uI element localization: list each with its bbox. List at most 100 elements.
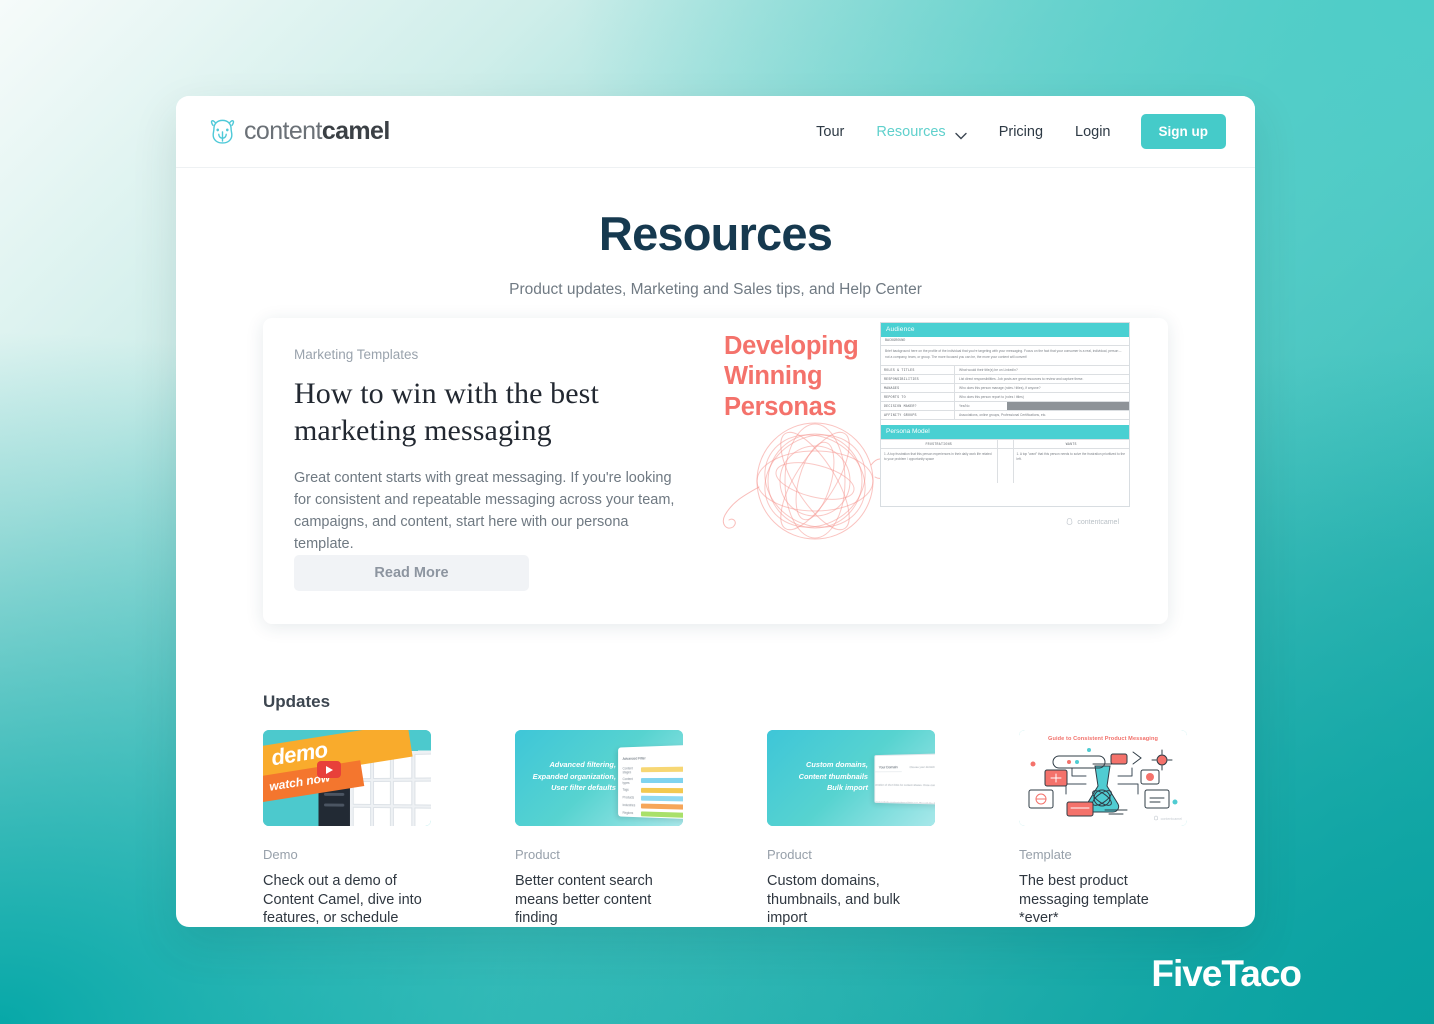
update-category: Template <box>1019 847 1072 863</box>
artwork-headline-line2: Winning <box>724 362 823 391</box>
preview-background-label: BACKGROUND <box>881 337 1129 347</box>
tangled-yarn-ball-icon <box>703 403 888 563</box>
update-card-domains[interactable]: Custom domains, Content thumbnails Bulk … <box>767 730 935 927</box>
preview-table-cell: 1. A top frustration that this person ex… <box>884 451 992 462</box>
nav-item-pricing[interactable]: Pricing <box>983 116 1059 148</box>
updates-section: Updates demo watch now Demo Check out a … <box>176 624 1255 927</box>
filter-row-label: Tags <box>622 788 629 793</box>
chevron-down-icon <box>954 128 967 139</box>
updates-grid: demo watch now Demo Check out a demo of … <box>263 730 1255 927</box>
nav-item-resources[interactable]: Resources <box>860 116 982 148</box>
featured-description: Great content starts with great messagin… <box>294 470 675 553</box>
filter-row: Content types <box>618 775 683 787</box>
preview-row-key: RESPONSIBILITIES <box>881 374 955 383</box>
update-card-demo[interactable]: demo watch now Demo Check out a demo of … <box>263 730 431 927</box>
preview-row-value: List direct responsibilities. Job posts … <box>959 376 1084 381</box>
update-thumbnail-domains[interactable]: Custom domains, Content thumbnails Bulk … <box>767 730 935 827</box>
page-subtitle: Product updates, Marketing and Sales tip… <box>509 281 922 299</box>
filter-panel-title: Advanced Filter <box>622 756 646 762</box>
preview-table-cell-blank <box>998 449 1013 483</box>
filter-row-chip <box>640 778 683 784</box>
update-card-template[interactable]: Guide to Consistent Product Messaging co… <box>1019 730 1187 927</box>
thumb-brand-label: contentcamel <box>1160 816 1182 821</box>
filter-row-chip <box>640 795 683 802</box>
update-title: Check out a demo of Content Camel, dive … <box>263 873 422 927</box>
preview-row: AFFINITY GROUPS Associations, online gro… <box>881 410 1129 420</box>
update-category: Product <box>767 847 812 863</box>
preview-section-audience: Audience <box>881 323 1129 338</box>
update-title: Custom domains, thumbnails, and bulk imp… <box>767 873 900 927</box>
update-category: Demo <box>263 847 298 863</box>
preview-table-col-frustrations: FRUSTRATIONS 1. A top frustration that t… <box>881 439 998 483</box>
camel-head-icon <box>1065 517 1074 528</box>
preview-row-key: REPORTS TO <box>881 392 955 401</box>
update-thumbnail-search[interactable]: Advanced filtering, Expanded organizatio… <box>515 730 683 827</box>
preview-row-key: DECISION MAKER? <box>881 401 955 410</box>
preview-row-key: AFFINITY GROUPS <box>881 410 955 419</box>
signup-button[interactable]: Sign up <box>1140 114 1226 149</box>
filter-row-label: Regions <box>622 811 634 816</box>
preview-brand-label: contentcamel <box>1077 519 1119 527</box>
thumb-caption-line1: Custom domains, <box>805 760 868 770</box>
brand-name-bold: camel <box>321 117 390 145</box>
preview-table-col-wants: WANTS 1. A top "want" that this person n… <box>1013 440 1129 483</box>
preview-row: REPORTS TO Who does this person report t… <box>881 392 1129 402</box>
update-title: Better content search means better conte… <box>515 873 653 927</box>
update-title: The best product messaging template *eve… <box>1019 873 1149 927</box>
filter-row-label: Products <box>622 795 635 800</box>
update-thumbnail-template[interactable]: Guide to Consistent Product Messaging co… <box>1019 730 1187 827</box>
thumb-caption-line3: Bulk import <box>826 783 868 793</box>
browser-page-frame: contentcamel Tour Resources Pricing Logi… <box>176 96 1255 927</box>
preview-row: ROLES & TITLES What would their title(s)… <box>881 365 1129 375</box>
nav-item-tour[interactable]: Tour <box>800 116 860 148</box>
filter-row-chip <box>640 766 683 773</box>
preview-section-persona-model: Persona Model <box>881 424 1129 439</box>
thumb-brand-mark: contentcamel <box>1153 815 1182 822</box>
filter-row-chip <box>640 787 683 794</box>
featured-article-card[interactable]: Marketing Templates How to win with the … <box>263 318 1168 625</box>
preview-background-text: Brief background here on the profile of … <box>881 346 1129 366</box>
persona-template-preview: Audience BACKGROUND Brief background her… <box>880 322 1130 526</box>
brand-name-light: content <box>244 117 322 145</box>
artwork-headline-line1: Developing <box>724 332 859 361</box>
preview-row: RESPONSIBILITIES List direct responsibil… <box>881 374 1129 384</box>
filter-row-label: Industries <box>622 803 636 808</box>
preview-row-value: What would their title(s) be on LinkedIn… <box>959 367 1018 372</box>
featured-artwork: Developing Winning Personas Audience BAC… <box>713 318 1168 624</box>
preview-table: FRUSTRATIONS 1. A top frustration that t… <box>881 438 1129 483</box>
thumb-caption-line2: Content thumbnails <box>798 771 868 781</box>
updates-heading: Updates <box>263 692 331 712</box>
filter-row-label: Content stages <box>622 766 633 775</box>
thumb-caption-line3: User filter defaults <box>551 783 616 793</box>
preview-table-header: WANTS <box>1013 440 1129 449</box>
preview-row-value: Associations, online groups, Professiona… <box>959 412 1047 417</box>
filter-row: Content stages <box>618 763 683 775</box>
read-more-button[interactable]: Read More <box>294 555 529 592</box>
youtube-play-icon[interactable] <box>317 761 341 779</box>
page-title: Resources <box>598 207 833 260</box>
domain-panel-mock: Your Domain Choose your domain and we us… <box>874 753 935 806</box>
site-header: contentcamel Tour Resources Pricing Logi… <box>176 96 1255 168</box>
featured-title: How to win with the best marketing messa… <box>294 377 599 448</box>
thumb-caption: Custom domains, Content thumbnails Bulk … <box>776 759 868 793</box>
update-category: Product <box>515 847 560 863</box>
nav-item-resources-label: Resources <box>876 123 946 140</box>
featured-text-column: Marketing Templates How to win with the … <box>263 318 713 624</box>
camel-head-icon <box>1153 815 1159 822</box>
camel-head-icon <box>206 115 239 148</box>
preview-row-key: ROLES & TITLES <box>881 365 955 374</box>
preview-brand-mark: contentcamel <box>1065 517 1119 528</box>
preview-table-col-spacer <box>997 439 1014 483</box>
filter-panel-mock: Advanced Filter Content stages Content t… <box>618 744 683 821</box>
preview-row-key: MANAGES <box>881 383 955 392</box>
update-card-search[interactable]: Advanced filtering, Expanded organizatio… <box>515 730 683 927</box>
preview-row-value: Who does this person report to (roles / … <box>959 394 1024 399</box>
main-nav: Tour Resources Pricing Login Sign up <box>800 114 1226 149</box>
brand-logo[interactable]: contentcamel <box>206 115 390 148</box>
fivetaco-watermark: FiveTaco <box>1151 953 1302 994</box>
nav-item-login[interactable]: Login <box>1059 116 1126 148</box>
update-thumbnail-demo[interactable]: demo watch now <box>263 730 431 827</box>
preview-row-value: Yes/No <box>955 401 1129 410</box>
preview-table-header-blank <box>997 440 1013 449</box>
preview-table-header: FRUSTRATIONS <box>881 440 997 449</box>
